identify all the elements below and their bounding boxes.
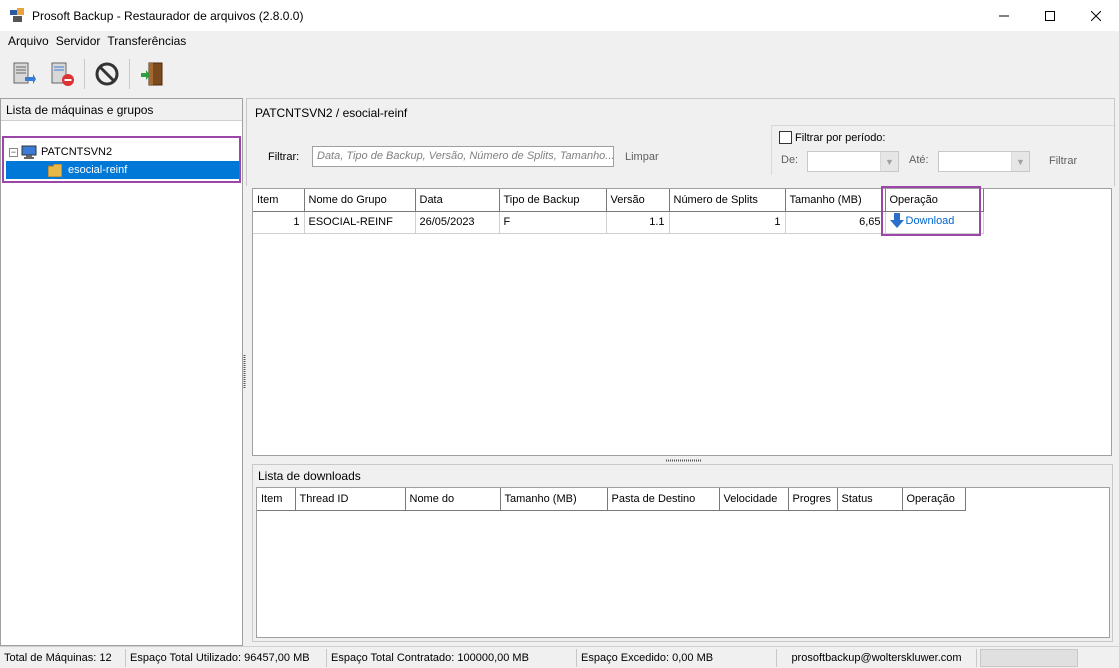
table-row[interactable]: 1 ESOCIAL-REINF 26/05/2023 F 1.1 1 6,65 xyxy=(253,211,984,234)
to-date-label: Até: xyxy=(909,154,929,166)
cell-date: 26/05/2023 xyxy=(415,211,500,234)
period-filter-checkbox[interactable]: Filtrar por período: xyxy=(779,131,885,144)
machines-panel: Lista de máquinas e grupos − PATCNTSVN2 … xyxy=(0,98,243,646)
maximize-button[interactable] xyxy=(1027,0,1073,31)
collapse-icon[interactable]: − xyxy=(9,147,18,157)
filter-input[interactable]: Data, Tipo de Backup, Versão, Número de … xyxy=(312,146,614,167)
cell-splits: 1 xyxy=(669,211,786,234)
machines-panel-header: Lista de máquinas e grupos xyxy=(1,99,242,121)
downloads-table: Item Thread ID Nome do Tamanho (MB) Past… xyxy=(257,488,966,511)
chevron-down-icon[interactable]: ▼ xyxy=(880,152,898,171)
column-header-thread-id[interactable]: Thread ID xyxy=(295,488,406,511)
app-icon xyxy=(10,7,26,24)
folder-icon xyxy=(48,163,62,177)
backups-table: Item Nome do Grupo Data Tipo de Backup V… xyxy=(253,189,984,234)
toolbar-separator xyxy=(129,59,130,89)
from-date-select[interactable]: ▼ xyxy=(807,151,899,172)
tree-item-group[interactable]: esocial-reinf xyxy=(6,161,239,179)
window-title: Prosoft Backup - Restaurador de arquivos… xyxy=(32,8,304,23)
column-header-name[interactable]: Nome do xyxy=(405,488,501,511)
tree-item-label: PATCNTSVN2 xyxy=(41,146,113,158)
backups-grid: Item Nome do Grupo Data Tipo de Backup V… xyxy=(252,186,1112,456)
column-header-speed[interactable]: Velocidade xyxy=(719,488,789,511)
column-header-group[interactable]: Nome do Grupo xyxy=(304,189,416,212)
filter-label: Filtrar: xyxy=(268,151,300,163)
column-header-size[interactable]: Tamanho (MB) xyxy=(500,488,608,511)
cell-version: 1.1 xyxy=(606,211,670,234)
clear-filter-button[interactable]: Limpar xyxy=(625,151,659,163)
cell-type: F xyxy=(499,211,607,234)
exit-button[interactable] xyxy=(136,58,168,90)
server-remove-icon xyxy=(51,62,74,86)
column-header-destination[interactable]: Pasta de Destino xyxy=(607,488,720,511)
to-date-select[interactable]: ▼ xyxy=(938,151,1030,172)
status-bar: Total de Máquinas: 12 Espaço Total Utili… xyxy=(0,646,1119,668)
status-machines: Total de Máquinas: 12 xyxy=(0,648,126,667)
menu-servidor[interactable]: Servidor xyxy=(56,34,108,48)
column-header-size[interactable]: Tamanho (MB) xyxy=(785,189,886,212)
from-date-label: De: xyxy=(781,154,799,166)
chevron-down-icon[interactable]: ▼ xyxy=(1011,152,1029,171)
menu-transferencias[interactable]: Transferências xyxy=(107,34,193,48)
tree-item-label: esocial-reinf xyxy=(68,164,128,176)
status-contracted-space: Espaço Total Contratado: 100000,00 MB xyxy=(327,648,577,667)
minimize-button[interactable] xyxy=(981,0,1027,31)
cell-group: ESOCIAL-REINF xyxy=(304,211,416,234)
filter-area: Filtrar: Data, Tipo de Backup, Versão, N… xyxy=(246,124,1116,186)
column-header-item[interactable]: Item xyxy=(257,488,296,511)
stop-button[interactable] xyxy=(91,58,123,90)
machine-tree: − PATCNTSVN2 esocial-reinf xyxy=(2,136,241,183)
downloads-grid: Item Thread ID Nome do Tamanho (MB) Past… xyxy=(256,487,1110,638)
toolbar xyxy=(0,50,1119,98)
checkbox-icon[interactable] xyxy=(779,131,792,144)
status-email: prosoftbackup@wolterskluwer.com xyxy=(777,648,977,667)
menu-arquivo[interactable]: Arquivo xyxy=(0,34,56,48)
table-header-row: Item Thread ID Nome do Tamanho (MB) Past… xyxy=(257,488,966,511)
cell-operation: Download xyxy=(885,211,984,234)
period-filter-group: Filtrar por período: De: ▼ Até: ▼ Filtra… xyxy=(771,125,1116,175)
breadcrumb: PATCNTSVN2 / esocial-reinf xyxy=(246,98,1115,124)
remove-server-button[interactable] xyxy=(46,58,78,90)
column-header-progress[interactable]: Progres xyxy=(788,488,838,511)
column-header-date[interactable]: Data xyxy=(415,189,500,212)
server-connect-icon xyxy=(13,62,36,84)
status-panel xyxy=(980,648,1078,667)
download-label: Download xyxy=(905,214,955,227)
download-arrow-icon xyxy=(889,213,904,228)
close-icon xyxy=(1091,10,1101,21)
cell-size: 6,65 xyxy=(785,211,886,234)
table-header-row: Item Nome do Grupo Data Tipo de Backup V… xyxy=(253,189,984,212)
status-exceeded-space: Espaço Excedido: 0,00 MB xyxy=(577,648,777,667)
column-header-status[interactable]: Status xyxy=(837,488,903,511)
cell-item: 1 xyxy=(253,211,305,234)
stop-icon xyxy=(95,62,119,86)
computer-icon xyxy=(21,145,37,159)
maximize-icon xyxy=(1045,10,1055,21)
connect-server-button[interactable] xyxy=(8,58,40,90)
download-link[interactable]: Download xyxy=(889,213,955,228)
downloads-panel-header: Lista de downloads xyxy=(258,469,361,483)
title-bar: Prosoft Backup - Restaurador de arquivos… xyxy=(0,0,1119,31)
exit-door-icon xyxy=(141,62,163,86)
close-button[interactable] xyxy=(1073,0,1119,31)
apply-filter-button[interactable]: Filtrar xyxy=(1049,155,1077,167)
column-header-splits[interactable]: Número de Splits xyxy=(669,189,786,212)
column-header-operation[interactable]: Operação xyxy=(902,488,966,511)
column-header-operation[interactable]: Operação xyxy=(885,189,984,212)
minimize-icon xyxy=(999,15,1009,16)
column-header-version[interactable]: Versão xyxy=(606,189,670,212)
backups-panel: PATCNTSVN2 / esocial-reinf Filtrar: Data… xyxy=(246,98,1119,646)
horizontal-splitter[interactable] xyxy=(666,459,702,462)
tree-item-machine[interactable]: − PATCNTSVN2 xyxy=(9,144,112,160)
column-header-type[interactable]: Tipo de Backup xyxy=(499,189,607,212)
toolbar-separator xyxy=(84,59,85,89)
column-header-item[interactable]: Item xyxy=(253,189,305,212)
status-used-space: Espaço Total Utilizado: 96457,00 MB xyxy=(126,648,327,667)
downloads-panel: Lista de downloads Item Thread ID Nome d… xyxy=(252,464,1113,642)
menu-bar: Arquivo Servidor Transferências xyxy=(0,31,1119,50)
period-filter-label: Filtrar por período: xyxy=(795,131,886,144)
